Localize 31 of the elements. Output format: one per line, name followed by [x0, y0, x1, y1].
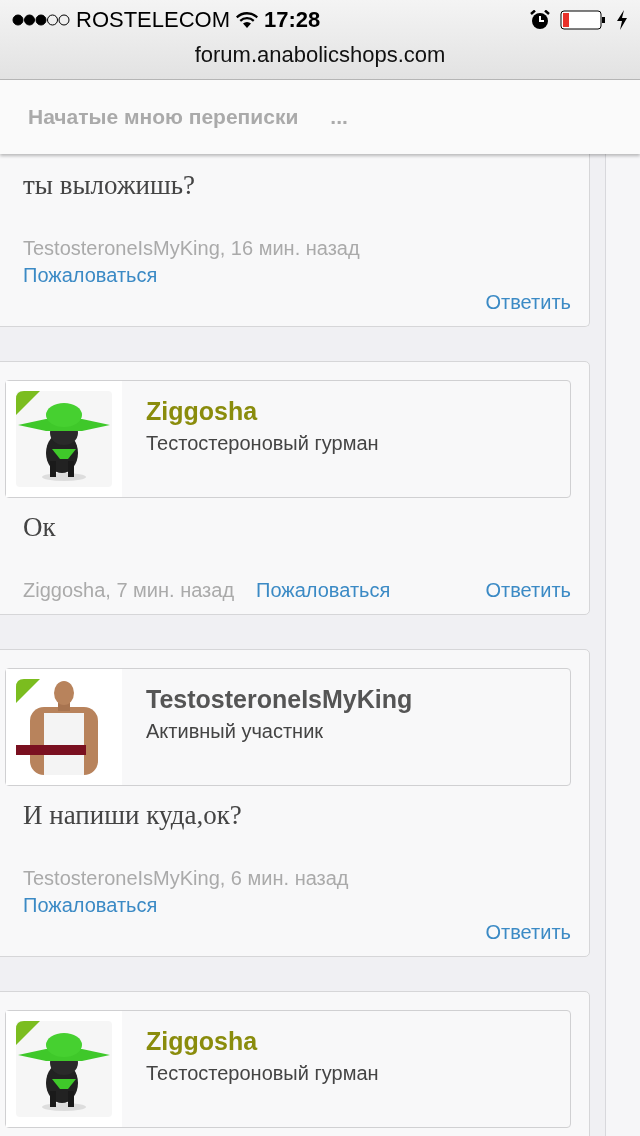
- alarm-icon: [530, 10, 550, 30]
- user-name[interactable]: Ziggosha: [146, 397, 379, 426]
- more-tab[interactable]: ...: [330, 105, 348, 129]
- user-title: Тестостероновый гурман: [146, 1062, 379, 1085]
- battery-icon: [560, 10, 606, 30]
- signal-icon: [12, 14, 70, 26]
- clock-time: 17:28: [264, 7, 321, 33]
- corner-mark: [16, 1021, 40, 1045]
- charging-icon: [616, 10, 628, 30]
- address-bar[interactable]: forum.anabolicshops.com: [194, 42, 446, 67]
- conversations-tab[interactable]: Начатые мною переписки: [28, 105, 299, 129]
- carrier-name: ROSTELECOM: [76, 7, 231, 33]
- author-time: TestosteroneIsMyKing, 6 мин. назад: [23, 867, 349, 890]
- user-title: Тестостероновый гурман: [146, 432, 379, 455]
- user-title: Активный участник: [146, 720, 325, 743]
- reply-link[interactable]: Ответить: [485, 921, 571, 944]
- report-link[interactable]: Пожаловаться: [23, 264, 360, 287]
- user-name[interactable]: Ziggosha: [146, 1027, 379, 1056]
- post-message: Ок: [22, 512, 57, 543]
- post-message: И напиши куда,ок?: [22, 800, 243, 831]
- reply-link[interactable]: Ответить: [485, 291, 571, 314]
- author-time: TestosteroneIsMyKing, 16 мин. назад: [23, 237, 360, 260]
- corner-mark: [16, 391, 40, 415]
- reply-link[interactable]: Ответить: [485, 579, 571, 602]
- post-message: ты выложишь?: [22, 170, 197, 201]
- wifi-icon: [236, 12, 259, 28]
- user-name[interactable]: TestosteroneIsMyKing: [146, 685, 413, 714]
- corner-mark: [16, 679, 40, 703]
- report-link[interactable]: Пожаловаться: [23, 894, 349, 917]
- report-link[interactable]: Пожаловаться: [256, 579, 391, 602]
- author-time: Ziggosha, 7 мин. назад: [23, 579, 235, 602]
